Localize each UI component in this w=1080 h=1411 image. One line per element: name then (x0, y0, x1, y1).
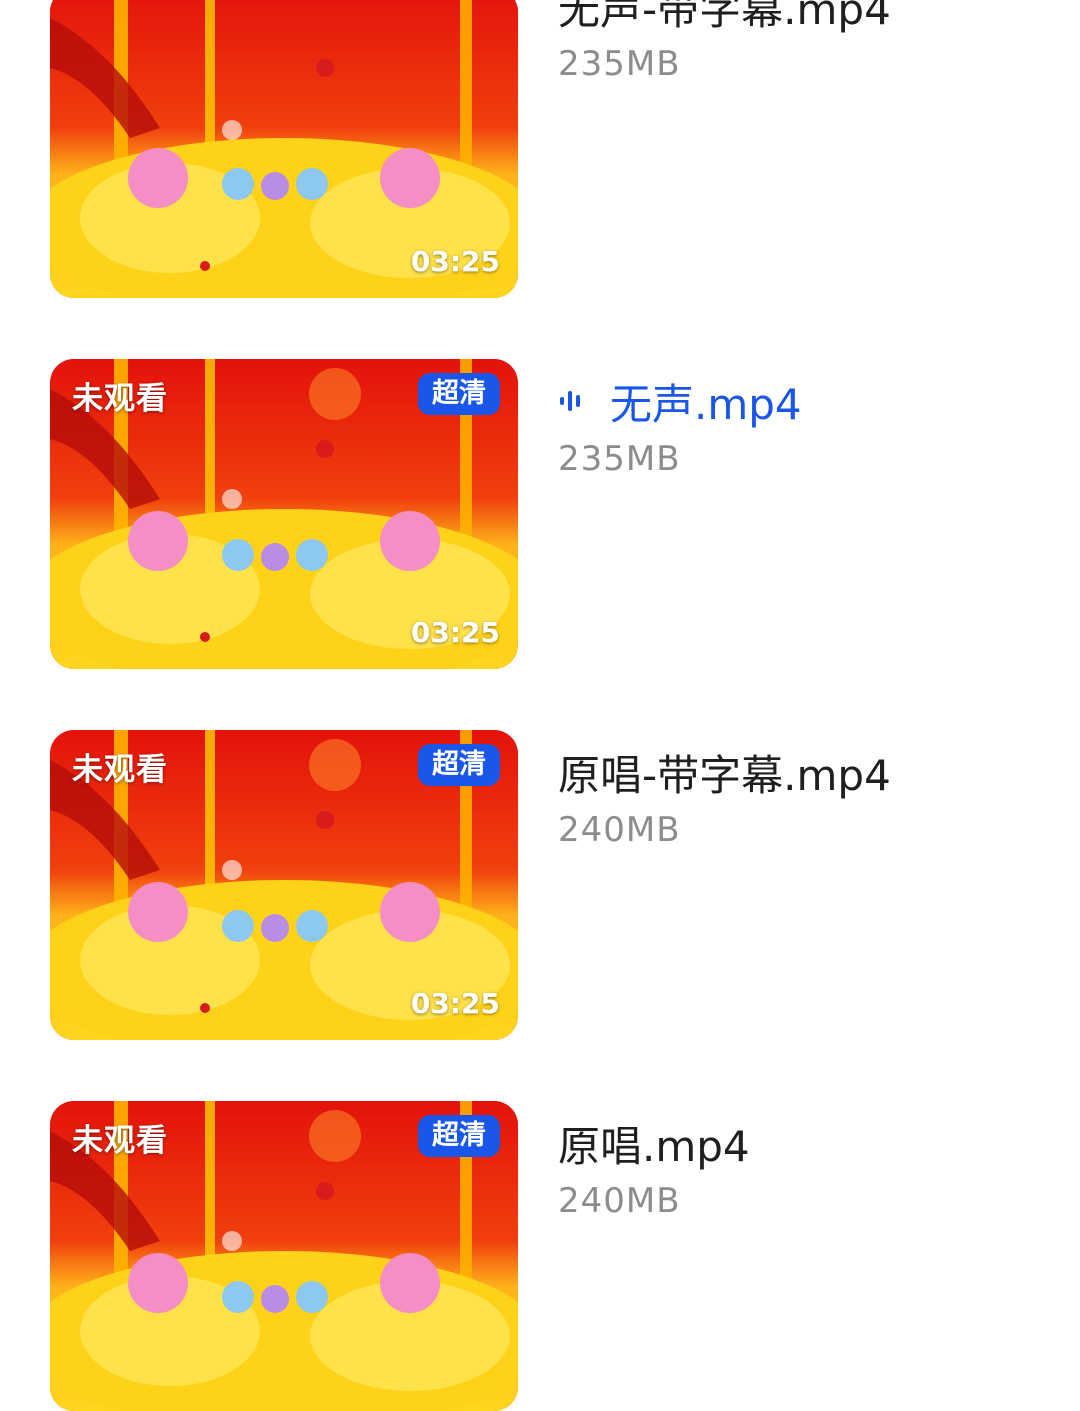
video-item[interactable]: 03:25 无声-带字幕.mp4 235MB (0, 0, 1080, 298)
video-file-name[interactable]: 原唱-带字幕.mp4 (558, 742, 891, 803)
video-meta: 无声.mp4 235MB (558, 371, 1058, 480)
title-row: 原唱.mp4 (558, 1113, 1058, 1173)
video-thumbnail[interactable]: 03:25 (50, 0, 518, 298)
unwatched-badge: 未观看 (72, 752, 168, 788)
video-file-size: 235MB (558, 439, 681, 479)
video-file-name[interactable]: 无声.mp4 (610, 371, 802, 432)
title-row: 无声-带字幕.mp4 (558, 0, 1058, 36)
video-meta: 原唱-带字幕.mp4 240MB (558, 742, 1058, 851)
video-file-size: 240MB (558, 810, 681, 850)
video-list: 03:25 无声-带字幕.mp4 235MB 未观看 超清 03:25 无声.m… (0, 0, 1080, 1411)
video-thumbnail[interactable]: 未观看 超清 03:25 (50, 730, 518, 1040)
video-duration: 03:25 (410, 245, 500, 278)
video-item[interactable]: 未观看 超清 03:25 无声.mp4 235MB (0, 359, 1080, 669)
video-file-name[interactable]: 原唱.mp4 (558, 1113, 750, 1174)
video-meta: 无声-带字幕.mp4 235MB (558, 0, 1058, 84)
video-thumbnail[interactable]: 未观看 超清 03:25 (50, 359, 518, 669)
video-file-size: 235MB (558, 44, 681, 84)
video-duration: 03:25 (410, 616, 500, 649)
video-meta: 原唱.mp4 240MB (558, 1113, 1058, 1222)
video-file-name[interactable]: 无声-带字幕.mp4 (558, 0, 891, 37)
video-duration: 03:25 (410, 987, 500, 1020)
title-row: 原唱-带字幕.mp4 (558, 742, 1058, 802)
unwatched-badge: 未观看 (72, 1123, 168, 1159)
video-file-size: 240MB (558, 1181, 681, 1221)
video-item[interactable]: 未观看 超清 03:25 原唱-带字幕.mp4 240MB (0, 730, 1080, 1040)
unwatched-badge: 未观看 (72, 381, 168, 417)
quality-badge: 超清 (418, 1115, 500, 1157)
title-row: 无声.mp4 (558, 371, 1058, 431)
quality-badge: 超清 (418, 373, 500, 415)
quality-badge: 超清 (418, 744, 500, 786)
video-item[interactable]: 未观看 超清 原唱.mp4 240MB (0, 1101, 1080, 1411)
video-thumbnail[interactable]: 未观看 超清 (50, 1101, 518, 1411)
audio-wave-icon (558, 381, 610, 421)
